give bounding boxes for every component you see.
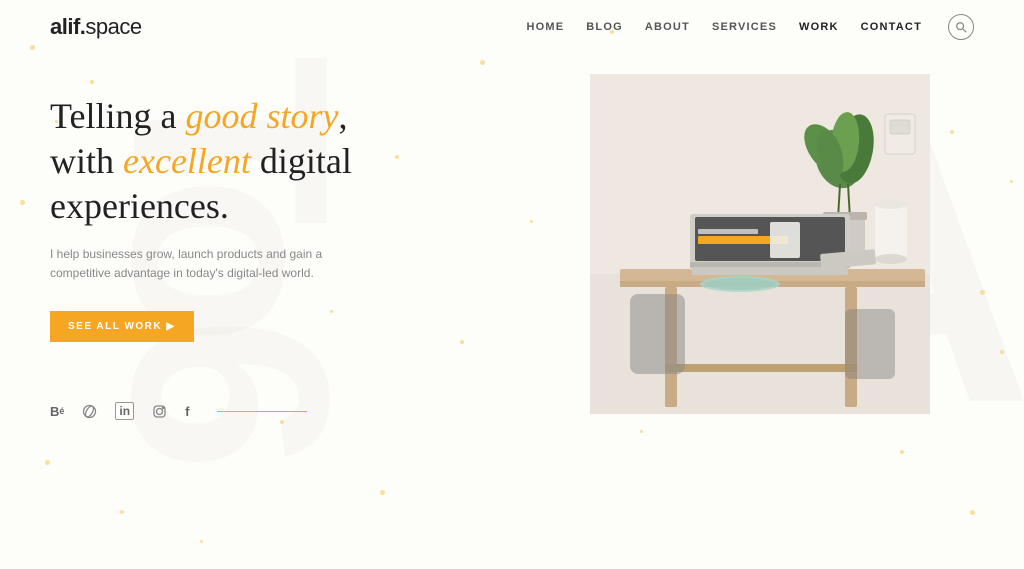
instagram-icon[interactable] [152,404,167,419]
headline-highlight1: good story [185,96,338,136]
logo-light: space [85,14,141,39]
nav-about[interactable]: ABOUT [645,21,690,33]
headline-post2: digital [251,141,352,181]
hero-subtext: I help businesses grow, launch products … [50,245,340,283]
headline-comma: , [338,96,347,136]
header: alif.space HOME BLOG ABOUT SERVICES WORK… [0,0,1024,54]
hero-image [590,74,930,414]
hero-headline: Telling a good story, with excellent dig… [50,94,530,229]
dribbble-icon[interactable] [82,404,97,419]
main-content: Telling a good story, with excellent dig… [0,54,1024,420]
headline-highlight2: excellent [123,141,251,181]
facebook-icon[interactable]: f [185,404,189,419]
cta-button[interactable]: SEE ALL WORK ▶ [50,311,194,342]
nav-services[interactable]: SERVICES [712,21,777,33]
desk-scene-svg [590,74,930,414]
social-icons-row: Bé in f [50,402,530,420]
search-button[interactable] [948,14,974,40]
search-icon [955,21,967,33]
nav-home[interactable]: HOME [526,21,564,33]
nav-work[interactable]: WORK [799,21,839,33]
linkedin-icon[interactable]: in [115,402,134,420]
logo[interactable]: alif.space [50,14,142,40]
main-nav: HOME BLOG ABOUT SERVICES WORK CONTACT [526,14,974,40]
headline-experiences: experiences. [50,186,229,226]
headline-pre: Telling a [50,96,185,136]
headline-with: with [50,141,123,181]
logo-bold: alif. [50,14,85,39]
behance-icon[interactable]: Bé [50,404,64,419]
nav-contact[interactable]: CONTACT [861,21,922,33]
nav-blog[interactable]: BLOG [586,21,623,33]
social-divider-line [217,411,307,413]
hero-left: Telling a good story, with excellent dig… [50,64,530,420]
